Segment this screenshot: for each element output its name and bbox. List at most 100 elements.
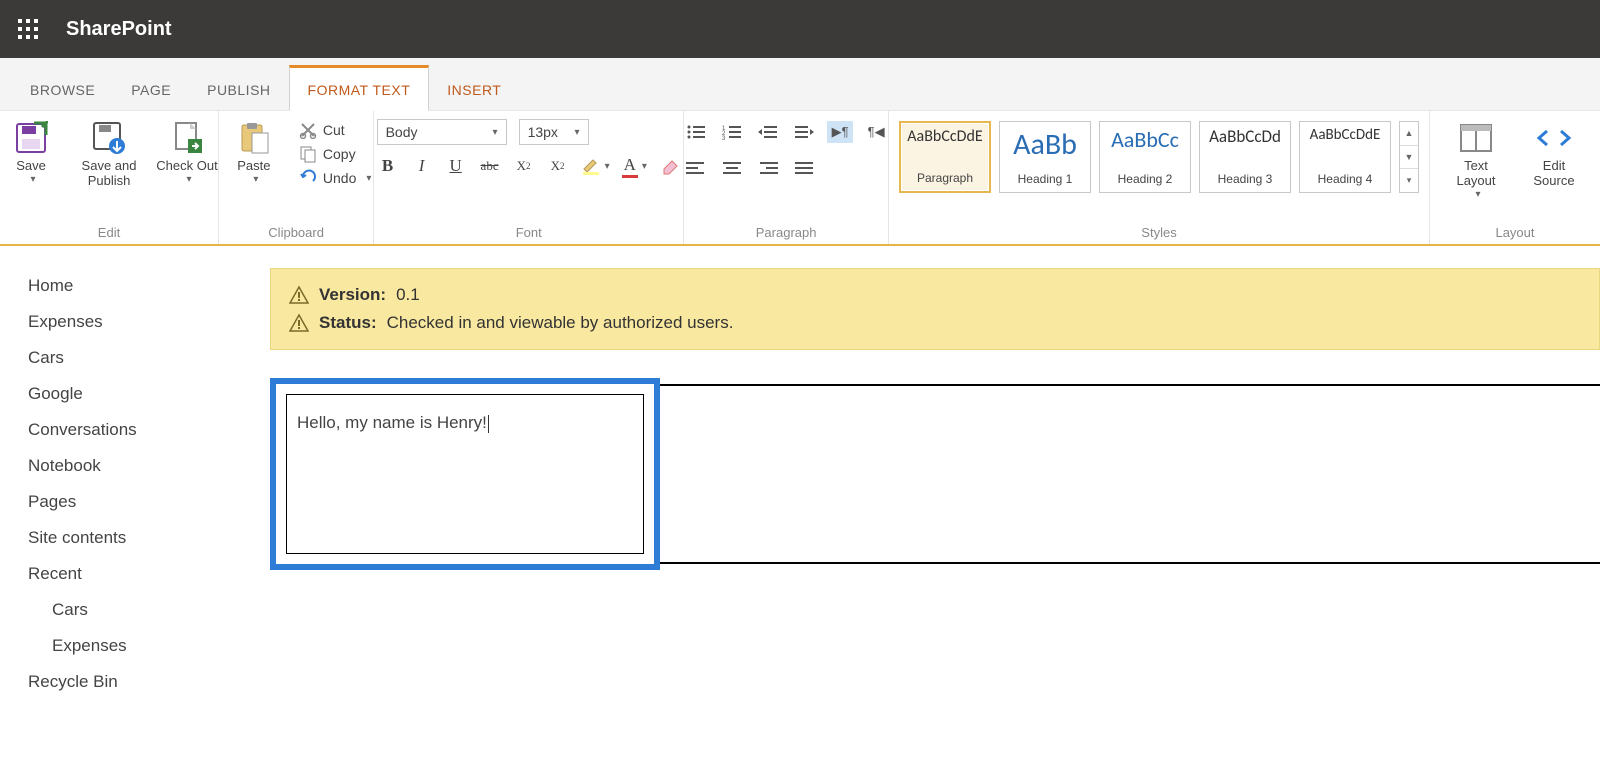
- quick-launch-nav: Home Expenses Cars Google Conversations …: [0, 246, 270, 700]
- status-banner: Version: 0.1 Status: Checked in and view…: [270, 268, 1600, 350]
- ribbon: Save Save and Publish Check Out Edit Pas…: [0, 111, 1600, 246]
- group-clipboard: Paste Cut Copy Undo Clipboard: [219, 111, 374, 244]
- bullet-list-icon: [686, 124, 706, 140]
- font-size-value: 13px: [528, 124, 558, 140]
- edit-source-button[interactable]: Edit Source: [1521, 117, 1587, 189]
- nav-pages[interactable]: Pages: [28, 484, 270, 520]
- number-list-icon: 123: [722, 124, 742, 140]
- copy-button[interactable]: Copy: [299, 145, 372, 163]
- scissors-icon: [299, 121, 317, 139]
- justify-icon: [794, 161, 814, 175]
- ribbon-tabstrip: BROWSE PAGE PUBLISH FORMAT TEXT INSERT: [0, 58, 1600, 111]
- cut-button[interactable]: Cut: [299, 121, 372, 139]
- version-value: 0.1: [396, 285, 420, 305]
- tab-publish[interactable]: PUBLISH: [189, 68, 288, 110]
- group-styles: AaBbCcDdE Paragraph AaBb Heading 1 AaBbC…: [889, 111, 1430, 244]
- font-family-value: Body: [386, 124, 418, 140]
- status-value: Checked in and viewable by authorized us…: [387, 313, 734, 333]
- text-layout-icon: [1459, 121, 1493, 155]
- nav-home[interactable]: Home: [28, 268, 270, 304]
- highlight-icon: [581, 157, 601, 175]
- styles-gallery-spinner[interactable]: ▲ ▼ ▾: [1399, 121, 1419, 193]
- nav-notebook[interactable]: Notebook: [28, 448, 270, 484]
- indent-icon: [794, 124, 814, 140]
- status-key: Status:: [319, 313, 377, 333]
- nav-google[interactable]: Google: [28, 376, 270, 412]
- styles-gallery: AaBbCcDdE Paragraph AaBb Heading 1 AaBbC…: [899, 117, 1419, 193]
- nav-recent-expenses[interactable]: Expenses: [28, 628, 270, 664]
- nav-conversations[interactable]: Conversations: [28, 412, 270, 448]
- bulleted-list-button[interactable]: [683, 121, 709, 143]
- nav-recent-cars[interactable]: Cars: [28, 592, 270, 628]
- gallery-down-icon[interactable]: ▼: [1400, 146, 1418, 170]
- align-right-icon: [758, 161, 778, 175]
- warning-icon: [289, 313, 309, 333]
- tab-insert[interactable]: INSERT: [429, 68, 519, 110]
- text-caret: [488, 415, 489, 433]
- gallery-up-icon[interactable]: ▲: [1400, 122, 1418, 146]
- group-layout: Text Layout Edit Source Layout: [1430, 111, 1600, 244]
- edit-source-label: Edit Source: [1521, 159, 1587, 189]
- text-layout-button[interactable]: Text Layout: [1443, 117, 1509, 200]
- nav-recycle-bin[interactable]: Recycle Bin: [28, 664, 270, 700]
- save-and-publish-button[interactable]: Save and Publish: [76, 117, 142, 189]
- style-heading-1[interactable]: AaBb Heading 1: [999, 121, 1091, 193]
- undo-label: Undo: [323, 170, 356, 186]
- justify-button[interactable]: [791, 157, 817, 179]
- clear-format-button[interactable]: [659, 155, 681, 177]
- tab-format-text[interactable]: FORMAT TEXT: [289, 65, 430, 111]
- font-family-select[interactable]: Body▾: [377, 119, 507, 145]
- tab-browse[interactable]: BROWSE: [12, 68, 113, 110]
- tab-page[interactable]: PAGE: [113, 68, 189, 110]
- group-font-label: Font: [384, 221, 673, 242]
- subscript-button[interactable]: X2: [513, 155, 535, 177]
- gallery-more-icon[interactable]: ▾: [1400, 169, 1418, 192]
- strikethrough-button[interactable]: abc: [479, 155, 501, 177]
- check-out-button[interactable]: Check Out: [154, 117, 220, 185]
- group-styles-label: Styles: [899, 221, 1419, 242]
- svg-text:3: 3: [722, 136, 726, 140]
- ltr-button[interactable]: ▶¶: [827, 121, 853, 143]
- font-color-button[interactable]: A: [622, 155, 647, 177]
- style-heading-3[interactable]: AaBbCcDd Heading 3: [1199, 121, 1291, 193]
- nav-expenses[interactable]: Expenses: [28, 304, 270, 340]
- style-heading-4[interactable]: AaBbCcDdE Heading 4: [1299, 121, 1391, 193]
- style-heading-2[interactable]: AaBbCc Heading 2: [1099, 121, 1191, 193]
- paste-button[interactable]: Paste: [221, 117, 287, 185]
- align-center-button[interactable]: [719, 157, 745, 179]
- indent-button[interactable]: [791, 121, 817, 143]
- numbered-list-button[interactable]: 123: [719, 121, 745, 143]
- text-layout-label: Text Layout: [1443, 159, 1509, 189]
- outdent-button[interactable]: [755, 121, 781, 143]
- cut-label: Cut: [323, 122, 345, 138]
- rtl-button[interactable]: ¶◀: [863, 121, 889, 143]
- content-editor-webpart[interactable]: Hello, my name is Henry!: [270, 378, 660, 570]
- italic-button[interactable]: I: [411, 155, 433, 177]
- group-layout-label: Layout: [1440, 221, 1590, 242]
- nav-site-contents[interactable]: Site contents: [28, 520, 270, 556]
- group-clipboard-label: Clipboard: [229, 221, 363, 242]
- edit-source-icon: [1537, 121, 1571, 155]
- nav-recent[interactable]: Recent: [28, 556, 270, 592]
- page-body: Home Expenses Cars Google Conversations …: [0, 246, 1600, 700]
- zone-divider-bottom: [660, 562, 1600, 564]
- nav-cars[interactable]: Cars: [28, 340, 270, 376]
- group-edit-label: Edit: [10, 221, 208, 242]
- undo-button[interactable]: Undo: [299, 169, 372, 187]
- underline-button[interactable]: U: [445, 155, 467, 177]
- paste-label: Paste: [237, 159, 270, 174]
- rich-text-editor[interactable]: Hello, my name is Henry!: [286, 394, 644, 554]
- group-edit: Save Save and Publish Check Out Edit: [0, 111, 219, 244]
- superscript-button[interactable]: X2: [547, 155, 569, 177]
- font-size-select[interactable]: 13px▾: [519, 119, 589, 145]
- highlight-button[interactable]: [581, 155, 610, 177]
- align-left-button[interactable]: [683, 157, 709, 179]
- align-right-button[interactable]: [755, 157, 781, 179]
- undo-icon: [299, 169, 317, 187]
- bold-button[interactable]: B: [377, 155, 399, 177]
- save-button[interactable]: Save: [0, 117, 64, 185]
- style-paragraph[interactable]: AaBbCcDdE Paragraph: [899, 121, 991, 193]
- save-and-publish-label: Save and Publish: [76, 159, 142, 189]
- outdent-icon: [758, 124, 778, 140]
- app-launcher-icon[interactable]: [18, 19, 38, 39]
